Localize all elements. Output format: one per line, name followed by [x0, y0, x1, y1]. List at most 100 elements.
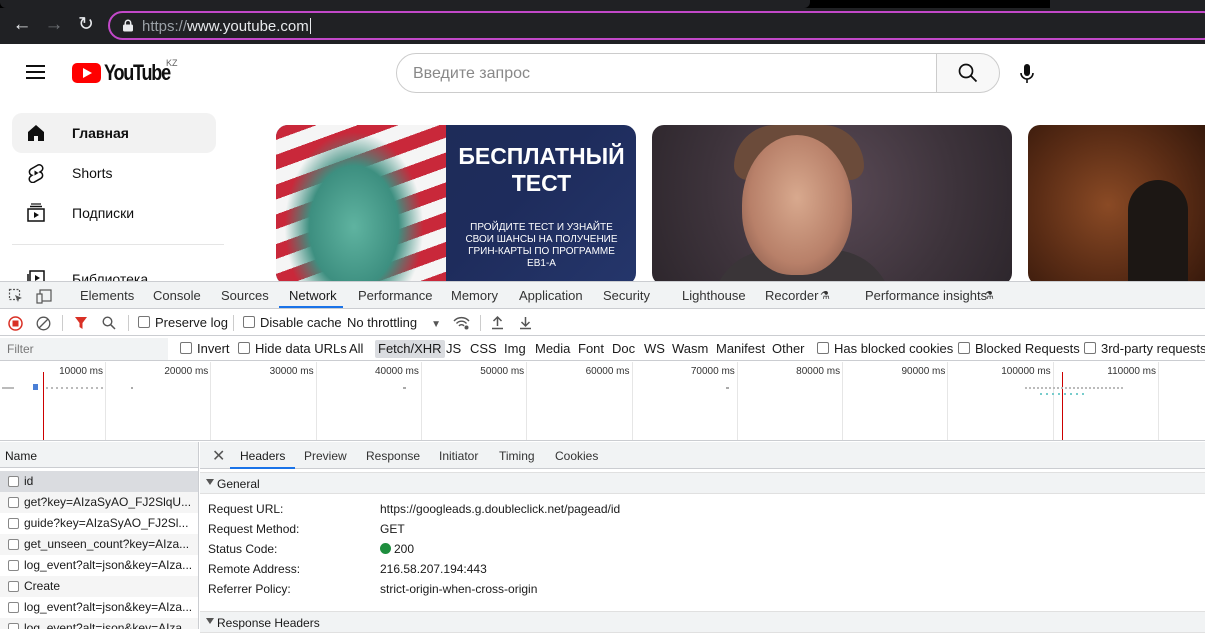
request-list: Name id get?key=AIzaSyAO_FJ2SlqU... guide?…: [0, 442, 199, 629]
sidebar-item-label: Shorts: [72, 165, 113, 181]
disable-cache-checkbox[interactable]: Disable cache: [243, 315, 342, 330]
tab-security[interactable]: Security: [603, 288, 650, 303]
sidebar-item-home[interactable]: Главная: [12, 113, 216, 153]
video-thumbnail[interactable]: [1028, 125, 1205, 281]
network-overview-timeline[interactable]: 10000 ms 20000 ms 30000 ms 40000 ms 50000 ms…: [0, 362, 1205, 441]
tab-initiator[interactable]: Initiator: [439, 449, 478, 463]
filter-bar: Filter Invert Hide data URLs All Fetch/X…: [0, 337, 1205, 361]
forward-icon[interactable]: →: [43, 14, 65, 36]
status-dot-icon: [380, 543, 391, 554]
tab-network[interactable]: Network: [289, 288, 337, 303]
filter-type-fetch-xhr[interactable]: Fetch/XHR: [375, 340, 445, 358]
tab-performance-insights[interactable]: Performance insights: [865, 288, 987, 303]
request-row[interactable]: log_event?alt=json&key=AIza...: [0, 597, 198, 618]
address-bar[interactable]: https://www.youtube.com: [108, 11, 1205, 40]
search-icon[interactable]: [102, 316, 116, 330]
device-toolbar-icon[interactable]: [36, 288, 52, 304]
request-row[interactable]: id: [0, 471, 198, 492]
export-har-icon[interactable]: [519, 315, 532, 330]
youtube-logo[interactable]: YouTube KZ: [72, 58, 192, 85]
request-bar: [726, 387, 729, 389]
filter-type-font[interactable]: Font: [578, 341, 604, 356]
filter-type-doc[interactable]: Doc: [612, 341, 635, 356]
request-row[interactable]: get?key=AIzaSyAO_FJ2SlqU...: [0, 492, 198, 513]
request-name: log_event?alt=json&key=AIza...: [24, 600, 193, 614]
record-icon[interactable]: [8, 316, 23, 331]
tab-sources[interactable]: Sources: [221, 288, 269, 303]
tab-elements[interactable]: Elements: [80, 288, 134, 303]
tab-preview[interactable]: Preview: [304, 449, 347, 463]
inspect-element-icon[interactable]: [8, 288, 24, 304]
tab-response[interactable]: Response: [366, 449, 420, 463]
has-blocked-cookies-checkbox[interactable]: Has blocked cookies: [817, 341, 953, 356]
browser-tab[interactable]: [1050, 0, 1205, 8]
request-bar: [2, 387, 14, 389]
throttling-select[interactable]: No throttling ▼: [347, 315, 441, 330]
request-row[interactable]: log_event?alt=json&key=AIza...: [0, 555, 198, 576]
network-conditions-icon[interactable]: [453, 316, 470, 330]
tab-recorder[interactable]: Recorder: [765, 288, 818, 303]
filter-type-css[interactable]: CSS: [470, 341, 497, 356]
back-icon[interactable]: ←: [11, 14, 33, 36]
response-headers-section-header[interactable]: Response Headers: [200, 611, 1205, 633]
hide-data-urls-checkbox[interactable]: Hide data URLs: [238, 341, 347, 356]
tab-lighthouse[interactable]: Lighthouse: [682, 288, 746, 303]
filter-type-img[interactable]: Img: [504, 341, 526, 356]
sidebar-item-shorts[interactable]: Shorts: [12, 153, 216, 193]
request-bar: [46, 387, 106, 389]
logo-text: YouTube: [104, 60, 171, 85]
search-input[interactable]: Введите запрос: [396, 53, 937, 93]
import-har-icon[interactable]: [491, 315, 504, 330]
request-row[interactable]: log_event?alt=json&key=AIza...: [0, 618, 198, 629]
request-row[interactable]: get_unseen_count?key=AIza...: [0, 534, 198, 555]
timeline-gridline: [1158, 362, 1159, 440]
filter-type-all[interactable]: All: [349, 341, 363, 356]
header-value: 216.58.207.194:443: [380, 562, 487, 576]
clear-icon[interactable]: [36, 316, 51, 331]
tab-console[interactable]: Console: [153, 288, 201, 303]
invert-checkbox[interactable]: Invert: [180, 341, 230, 356]
filter-type-ws[interactable]: WS: [644, 341, 665, 356]
filter-type-js[interactable]: JS: [446, 341, 461, 356]
reload-icon[interactable]: ↻: [75, 14, 97, 36]
filter-input[interactable]: Filter: [0, 338, 168, 360]
active-tab[interactable]: [0, 0, 810, 8]
name-column-header[interactable]: Name: [0, 442, 198, 468]
timeline-tick-label: 110000 ms: [1107, 366, 1156, 377]
tab-memory[interactable]: Memory: [451, 288, 498, 303]
request-type-icon: [8, 623, 19, 629]
filter-type-wasm[interactable]: Wasm: [672, 341, 708, 356]
status-code-value: 200: [394, 542, 415, 556]
section-title: General: [217, 477, 260, 491]
header-value: GET: [380, 522, 405, 536]
general-section-header[interactable]: General: [200, 472, 1205, 494]
filter-type-other[interactable]: Other: [772, 341, 805, 356]
microphone-icon[interactable]: [1017, 63, 1037, 85]
sidebar-item-subscriptions[interactable]: Подписки: [12, 193, 216, 233]
tab-cookies[interactable]: Cookies: [555, 449, 598, 463]
filter-type-media[interactable]: Media: [535, 341, 570, 356]
third-party-requests-checkbox[interactable]: 3rd-party requests: [1084, 341, 1205, 356]
tab-performance[interactable]: Performance: [358, 288, 432, 303]
filter-icon[interactable]: [74, 316, 88, 330]
sidebar-divider: [12, 244, 224, 245]
search-button[interactable]: [936, 53, 1000, 93]
sidebar-item-library[interactable]: Библиотека: [12, 259, 216, 281]
request-row[interactable]: Create: [0, 576, 198, 597]
blocked-requests-checkbox[interactable]: Blocked Requests: [958, 341, 1080, 356]
close-icon[interactable]: ✕: [212, 446, 225, 466]
video-thumbnail[interactable]: [652, 125, 1012, 281]
tab-application[interactable]: Application: [519, 288, 583, 303]
header-key: Remote Address:: [208, 562, 301, 576]
load-event-line: [1062, 372, 1063, 440]
preserve-log-checkbox[interactable]: Preserve log: [138, 315, 228, 330]
youtube-page: YouTube KZ Введите запрос Главная Shorts…: [0, 44, 1205, 281]
request-bar: [403, 387, 406, 389]
tab-timing[interactable]: Timing: [499, 449, 535, 463]
filter-type-manifest[interactable]: Manifest: [716, 341, 765, 356]
menu-icon[interactable]: [26, 65, 45, 79]
tab-headers[interactable]: Headers: [240, 449, 285, 463]
toolbar-divider: [128, 315, 129, 331]
video-thumbnail[interactable]: БЕСПЛАТНЫЙ ТЕСТ ПРОЙДИТЕ ТЕСТ И УЗНАЙТЕ …: [276, 125, 636, 281]
request-row[interactable]: guide?key=AIzaSyAO_FJ2Sl...: [0, 513, 198, 534]
